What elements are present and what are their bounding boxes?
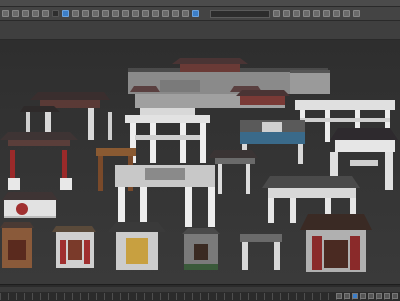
bind-space-warp-icon[interactable] (42, 10, 49, 17)
perspective-viewport[interactable] (0, 40, 400, 284)
temple-gate-model (300, 214, 372, 272)
go-to-start-icon[interactable] (336, 293, 342, 299)
yellow-door-hut-model (108, 222, 166, 270)
render-frame-icon[interactable] (343, 10, 350, 17)
percent-snap-icon[interactable] (182, 10, 189, 17)
schematic-view-icon[interactable] (313, 10, 320, 17)
main-toolbar (0, 7, 400, 21)
select-move-icon[interactable] (102, 10, 109, 17)
selection-set-input[interactable] (210, 9, 270, 18)
small-hut-1-model (0, 222, 34, 268)
rectangular-selection-icon[interactable] (82, 10, 89, 17)
play-icon[interactable] (352, 293, 358, 299)
pivot-center-icon[interactable] (142, 10, 149, 17)
time-slider-track[interactable] (0, 287, 400, 292)
layer-explorer-icon[interactable] (293, 10, 300, 17)
snaps-toggle-icon[interactable] (162, 10, 169, 17)
selection-filter-dropdown[interactable] (52, 10, 59, 17)
previous-frame-icon[interactable] (344, 293, 350, 299)
render-setup-icon[interactable] (333, 10, 340, 17)
stone-house-model (182, 228, 220, 270)
small-hut-2-model (52, 226, 96, 268)
spinner-snap-icon[interactable] (192, 10, 199, 17)
go-to-end-icon[interactable] (368, 293, 374, 299)
select-object-icon[interactable] (62, 10, 69, 17)
select-manipulate-icon[interactable] (152, 10, 159, 17)
timeline-bar[interactable] (0, 284, 400, 301)
round-window-wall-model (2, 192, 58, 218)
playback-controls (336, 293, 398, 299)
select-rotate-icon[interactable] (112, 10, 119, 17)
select-scale-icon[interactable] (122, 10, 129, 17)
undo-icon[interactable] (2, 10, 9, 17)
material-editor-icon[interactable] (323, 10, 330, 17)
next-frame-icon[interactable] (360, 293, 366, 299)
mirror-icon[interactable] (273, 10, 280, 17)
render-icon[interactable] (353, 10, 360, 17)
reference-coordinate-icon[interactable] (132, 10, 139, 17)
ribbon-panel (0, 21, 400, 40)
orbit-icon[interactable] (384, 293, 390, 299)
select-by-name-icon[interactable] (72, 10, 79, 17)
zoom-extents-icon[interactable] (376, 293, 382, 299)
redo-icon[interactable] (12, 10, 19, 17)
curve-editor-icon[interactable] (303, 10, 310, 17)
pan-icon[interactable] (392, 293, 398, 299)
align-icon[interactable] (283, 10, 290, 17)
link-icon[interactable] (22, 10, 29, 17)
app-window (0, 0, 400, 301)
unlink-icon[interactable] (32, 10, 39, 17)
scene-render (0, 40, 400, 284)
window-crossing-icon[interactable] (92, 10, 99, 17)
menu-bar (0, 0, 400, 7)
angle-snap-icon[interactable] (172, 10, 179, 17)
